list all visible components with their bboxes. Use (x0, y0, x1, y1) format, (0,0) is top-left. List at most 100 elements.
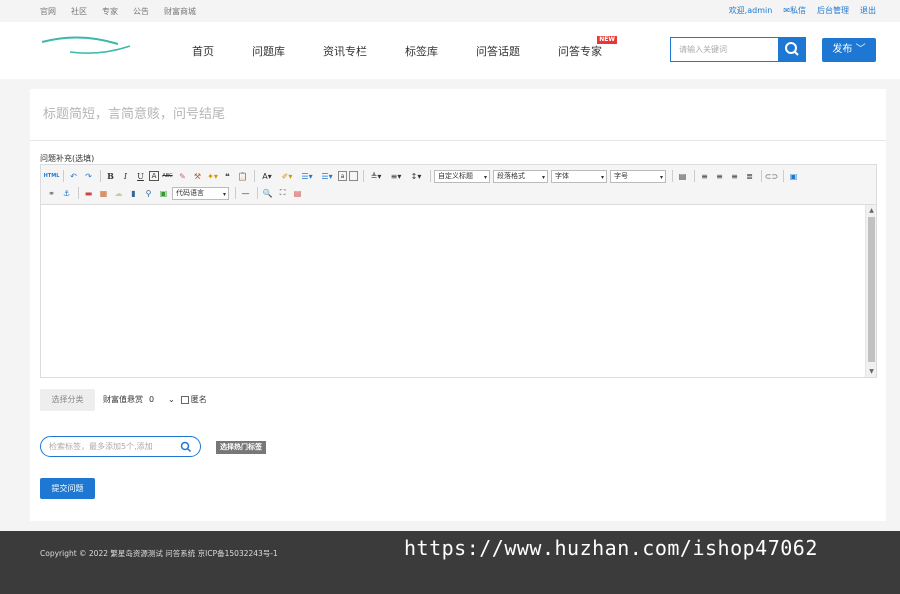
anonymous-label: 匿名 (190, 395, 207, 404)
line-height-icon[interactable]: ↕▾ (407, 170, 425, 183)
map-icon[interactable]: ▣ (157, 187, 170, 200)
align-right-icon[interactable]: ≡ (728, 170, 741, 183)
blockquote-icon[interactable]: ❝ (221, 170, 234, 183)
code-language-select[interactable]: 代码语言 ▾ (172, 186, 229, 200)
question-title-field-wrapper (30, 89, 886, 141)
rich-text-editor: HTML ↶ ↷ B I U A ABC ✎ ⚒ ✦▾ ❝ 📋 A▾ ✐▾ ☰▾… (40, 164, 877, 378)
scrollbar-thumb[interactable] (868, 217, 875, 362)
font-size-label: 字号 (614, 171, 628, 180)
image-icon[interactable]: ▬ (82, 187, 95, 200)
format-brush-icon[interactable]: ⚒ (191, 170, 204, 183)
scroll-down-icon[interactable]: ▼ (866, 368, 877, 375)
print-icon[interactable]: ▤ (291, 187, 304, 200)
unordered-list-icon[interactable]: ☰▾ (318, 170, 336, 183)
top-link-official[interactable]: 官网 (40, 6, 56, 17)
user-links: 欢迎,admin ✉私信 后台管理 退出 (729, 5, 876, 16)
search-replace-icon[interactable]: ⛶ (276, 187, 289, 200)
header-search (670, 37, 806, 62)
clear-doc-icon[interactable] (349, 171, 358, 181)
select-all-icon[interactable]: a (338, 171, 347, 181)
font-family-label: 字体 (555, 171, 569, 180)
toolbar-row-1: HTML ↶ ↷ B I U A ABC ✎ ⚒ ✦▾ ❝ 📋 A▾ ✐▾ ☰▾… (44, 168, 802, 184)
ordered-list-icon[interactable]: ☰▾ (298, 170, 316, 183)
site-logo[interactable] (40, 34, 132, 56)
nav-item-qa-topics[interactable]: 问答话题 (476, 43, 520, 59)
undo-icon[interactable]: ↶ (67, 170, 80, 183)
nav-item-tag-library[interactable]: 标签库 (405, 43, 438, 59)
select-category-button[interactable]: 选择分类 (40, 389, 95, 411)
nav-item-news-column[interactable]: 资讯专栏 (323, 43, 367, 59)
search-button[interactable] (778, 37, 806, 62)
link-icon[interactable]: ⊂⊃ (765, 170, 778, 183)
select-hot-tags-button[interactable]: 选择热门标签 (216, 441, 266, 454)
auto-format-icon[interactable]: ✦▾ (206, 170, 219, 183)
reward-select[interactable]: 0 ⌄ (149, 395, 175, 404)
nav-item-home[interactable]: 首页 (192, 43, 214, 59)
code-language-label: 代码语言 (176, 188, 204, 197)
publish-label: 发布 (832, 44, 853, 55)
search-icon[interactable] (180, 441, 192, 453)
top-link-experts[interactable]: 专家 (102, 6, 118, 17)
question-title-input[interactable] (30, 89, 886, 140)
scroll-up-icon[interactable]: ▲ (866, 207, 877, 214)
mail-icon: ✉ (783, 6, 790, 15)
horizontal-rule-icon[interactable]: — (239, 187, 252, 200)
editor-scrollbar[interactable]: ▲ ▼ (865, 205, 876, 377)
align-center-icon[interactable]: ≡ (713, 170, 726, 183)
site-header: 首页 问题库 资讯专栏 标签库 问答话题 问答专家NEW 发布 ﹀ (0, 22, 900, 79)
font-family-select[interactable]: 字体 ▾ (551, 169, 607, 183)
search-input[interactable] (670, 37, 780, 62)
new-badge: NEW (597, 36, 617, 44)
messages-link[interactable]: ✉私信 (783, 5, 806, 16)
toolbar-divider (363, 170, 364, 182)
nav-item-question-library[interactable]: 问题库 (252, 43, 285, 59)
unlink-icon[interactable]: ⚭ (45, 187, 58, 200)
multi-image-icon[interactable]: ▦ (97, 187, 110, 200)
align-left-icon[interactable]: ≡ (698, 170, 711, 183)
toolbar-row-2: ⚭ ⚓ ▬ ▦ ☁ ▮ ⚲ ▣ 代码语言 ▾ — 🔍 ⛶ ▤ (45, 185, 306, 201)
copyright-text: Copyright © 2022 繁星岛资源测试 问答系统 京ICP备15032… (40, 549, 278, 558)
eraser-icon[interactable]: ✎ (176, 170, 189, 183)
strikethrough-icon[interactable]: ABC (161, 170, 174, 183)
directionality-icon[interactable]: ▤ (676, 170, 689, 183)
editor-content-area[interactable] (41, 205, 876, 377)
publish-button[interactable]: 发布 ﹀ (822, 38, 876, 62)
paragraph-format-select[interactable]: 段落格式 ▾ (493, 169, 548, 183)
anchor-icon[interactable]: ⚓ (60, 187, 73, 200)
font-size-select[interactable]: 字号 ▾ (610, 169, 666, 183)
align-justify-icon[interactable]: ≣ (743, 170, 756, 183)
chevron-down-icon: ⌄ (168, 395, 175, 404)
custom-title-label: 自定义标题 (438, 171, 473, 180)
ask-question-form: 问题补充(选填) HTML ↶ ↷ B I U A ABC ✎ ⚒ ✦▾ ❝ 📋… (30, 89, 886, 521)
redo-icon[interactable]: ↷ (82, 170, 95, 183)
fullscreen-icon[interactable]: ▣ (787, 170, 800, 183)
tag-search-field (40, 436, 201, 457)
submit-question-button[interactable]: 提交问题 (40, 478, 95, 499)
preview-icon[interactable]: 🔍 (261, 187, 274, 200)
custom-title-select[interactable]: 自定义标题 ▾ (434, 169, 490, 183)
underline-icon[interactable]: U (134, 170, 147, 183)
html-source-icon[interactable]: HTML (44, 170, 60, 183)
attachment-icon[interactable]: ⚲ (142, 187, 155, 200)
highlight-color-icon[interactable]: ✐▾ (278, 170, 296, 183)
tag-search-input[interactable] (49, 439, 175, 454)
toolbar-divider (761, 170, 762, 182)
font-border-icon[interactable]: A (149, 171, 159, 181)
top-link-community[interactable]: 社区 (71, 6, 87, 17)
video-icon[interactable]: ▮ (127, 187, 140, 200)
top-link-store[interactable]: 财富商城 (164, 6, 196, 17)
paste-plain-icon[interactable]: 📋 (236, 170, 249, 183)
row-spacing-top-icon[interactable]: ≜▾ (367, 170, 385, 183)
admin-link[interactable]: 后台管理 (817, 5, 849, 16)
top-link-announcements[interactable]: 公告 (133, 6, 149, 17)
font-color-icon[interactable]: A▾ (258, 170, 276, 183)
top-links: 官网 社区 专家 公告 财富商城 (40, 6, 196, 17)
bold-icon[interactable]: B (104, 170, 117, 183)
italic-icon[interactable]: I (119, 170, 132, 183)
welcome-user-link[interactable]: 欢迎,admin (729, 5, 773, 16)
logout-link[interactable]: 退出 (860, 5, 876, 16)
nav-item-qa-experts[interactable]: 问答专家 NEW (558, 36, 640, 59)
emotion-icon[interactable]: ☁ (112, 187, 125, 200)
anonymous-checkbox[interactable] (180, 395, 189, 404)
row-spacing-bottom-icon[interactable]: ≡▾ (387, 170, 405, 183)
